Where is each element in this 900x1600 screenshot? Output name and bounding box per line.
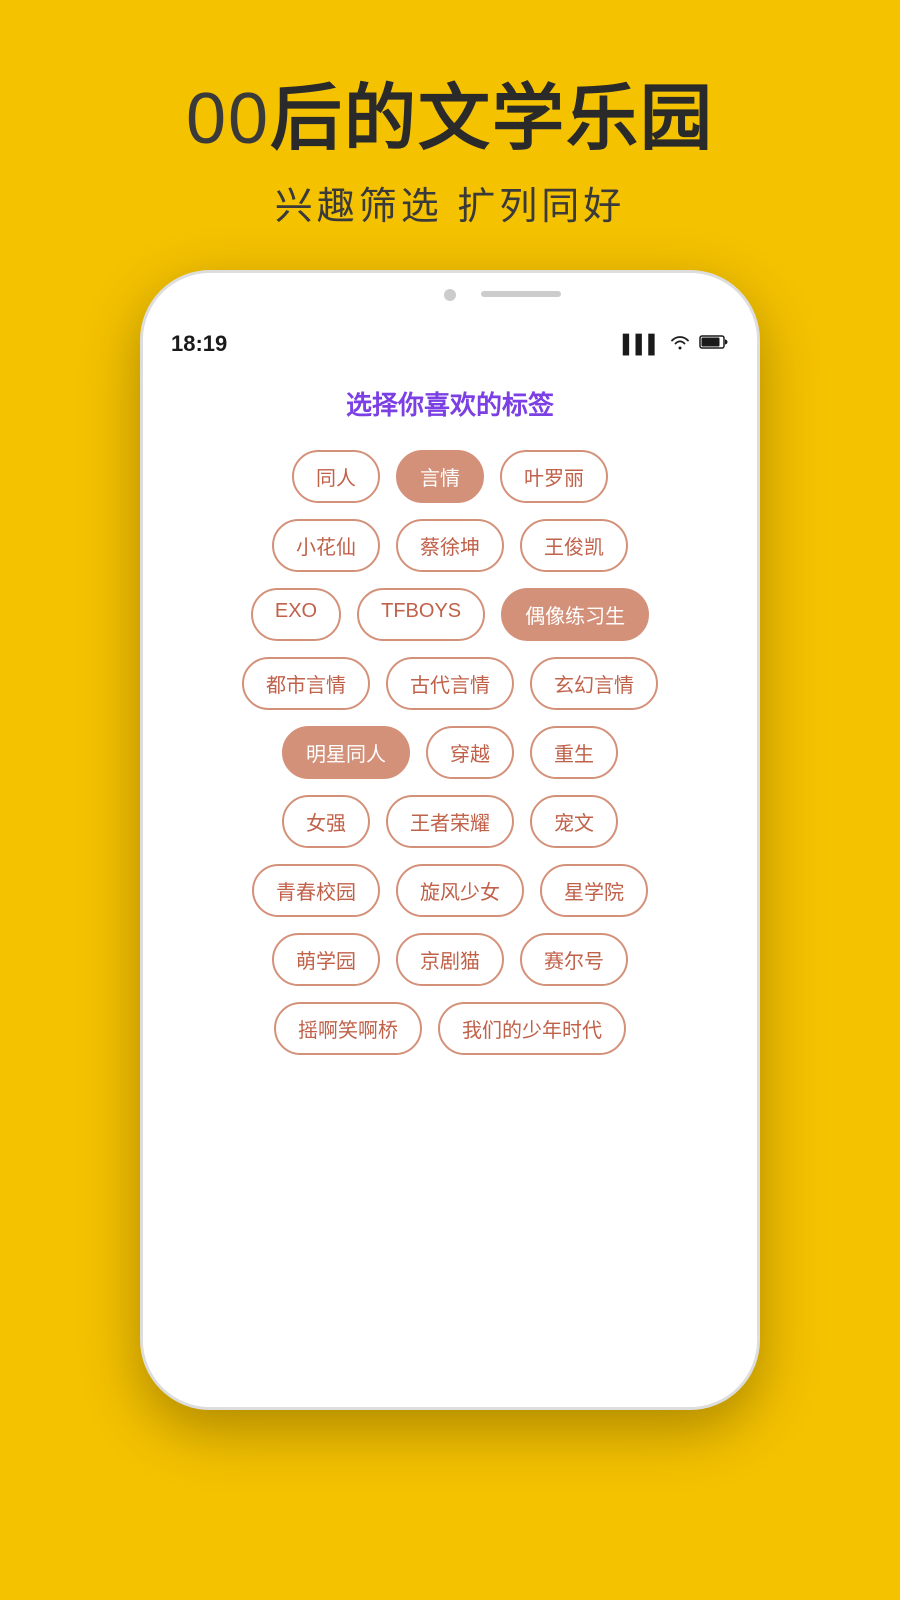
tag-6-0[interactable]: 青春校园	[252, 864, 380, 917]
tag-6-2[interactable]: 星学院	[540, 864, 648, 917]
tag-5-2[interactable]: 宠文	[530, 795, 618, 848]
tag-7-2[interactable]: 赛尔号	[520, 933, 628, 986]
tags-row-3: 都市言情古代言情玄幻言情	[242, 657, 658, 710]
tag-1-2[interactable]: 王俊凯	[520, 519, 628, 572]
tag-8-1[interactable]: 我们的少年时代	[438, 1002, 626, 1055]
phone-content: 选择你喜欢的标签 同人言情叶罗丽小花仙蔡徐坤王俊凯EXOTFBOYS偶像练习生都…	[143, 365, 757, 1407]
tag-0-2[interactable]: 叶罗丽	[500, 450, 608, 503]
tag-5-0[interactable]: 女强	[282, 795, 370, 848]
tags-row-1: 小花仙蔡徐坤王俊凯	[272, 519, 628, 572]
tag-0-1[interactable]: 言情	[396, 450, 484, 503]
tag-4-0[interactable]: 明星同人	[282, 726, 410, 779]
phone-notch	[143, 273, 757, 323]
page-title: 选择你喜欢的标签	[346, 385, 554, 422]
header-section: 00后的文学乐园 兴趣筛选 扩列同好	[0, 0, 900, 270]
phone-frame: 18:19 ▌▌▌ 选择你喜欢的标签 同人言情叶罗丽小花仙蔡徐坤王俊凯	[140, 270, 760, 1410]
tag-6-1[interactable]: 旋风少女	[396, 864, 524, 917]
tag-4-1[interactable]: 穿越	[426, 726, 514, 779]
status-icons: ▌▌▌	[623, 334, 729, 355]
tag-2-0[interactable]: EXO	[251, 588, 341, 641]
tag-0-0[interactable]: 同人	[292, 450, 380, 503]
status-bar: 18:19 ▌▌▌	[143, 323, 757, 365]
title-text: 后的文学乐园	[270, 79, 714, 159]
wifi-icon	[669, 334, 691, 355]
main-title: 00后的文学乐园	[186, 80, 714, 159]
tags-row-8: 摇啊笑啊桥我们的少年时代	[274, 1002, 626, 1055]
tag-1-0[interactable]: 小花仙	[272, 519, 380, 572]
tag-8-0[interactable]: 摇啊笑啊桥	[274, 1002, 422, 1055]
sub-title: 兴趣筛选 扩列同好	[275, 175, 626, 230]
signal-icon: ▌▌▌	[623, 334, 661, 355]
tags-row-4: 明星同人穿越重生	[282, 726, 618, 779]
tag-3-2[interactable]: 玄幻言情	[530, 657, 658, 710]
tag-5-1[interactable]: 王者荣耀	[386, 795, 514, 848]
tag-7-1[interactable]: 京剧猫	[396, 933, 504, 986]
tags-row-5: 女强王者荣耀宠文	[282, 795, 618, 848]
tag-3-0[interactable]: 都市言情	[242, 657, 370, 710]
tags-row-0: 同人言情叶罗丽	[292, 450, 608, 503]
tags-row-2: EXO TFBOYS 偶像练习生	[251, 588, 649, 641]
tags-row-7: 萌学园京剧猫赛尔号	[272, 933, 628, 986]
tag-7-0[interactable]: 萌学园	[272, 933, 380, 986]
tags-container: 同人言情叶罗丽小花仙蔡徐坤王俊凯EXOTFBOYS偶像练习生都市言情古代言情玄幻…	[173, 450, 727, 1055]
tag-4-2[interactable]: 重生	[530, 726, 618, 779]
tag-3-1[interactable]: 古代言情	[386, 657, 514, 710]
tags-row-6: 青春校园旋风少女星学院	[252, 864, 648, 917]
phone-camera	[444, 289, 456, 301]
tag-2-2[interactable]: 偶像练习生	[501, 588, 649, 641]
battery-icon	[699, 334, 729, 355]
tag-2-1[interactable]: TFBOYS	[357, 588, 485, 641]
phone-speaker	[481, 291, 561, 297]
tag-1-1[interactable]: 蔡徐坤	[396, 519, 504, 572]
status-time: 18:19	[171, 331, 227, 357]
title-zeros: 00	[186, 79, 270, 159]
